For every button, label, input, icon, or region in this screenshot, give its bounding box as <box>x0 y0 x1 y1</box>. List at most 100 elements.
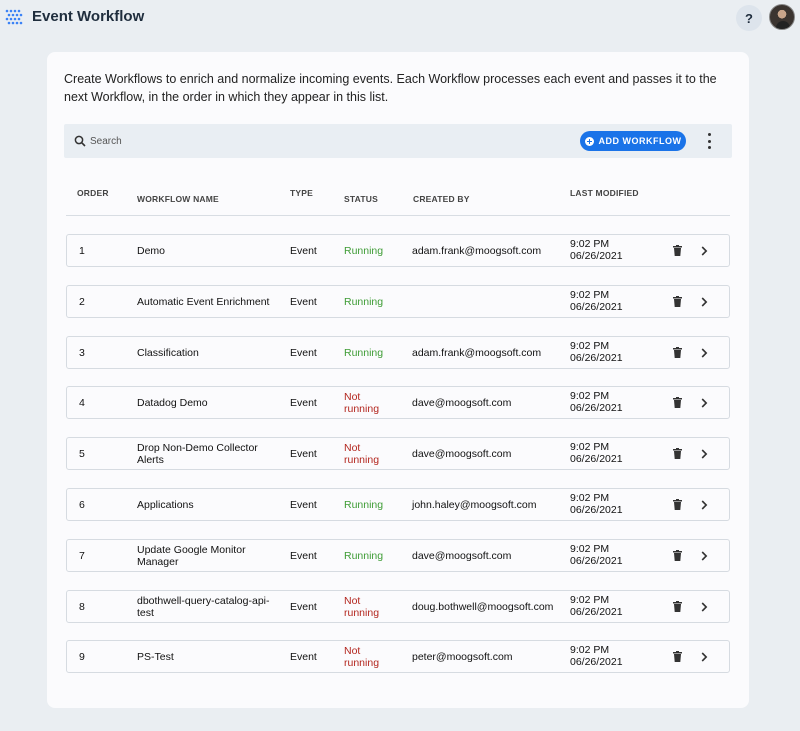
chevron-right-icon[interactable] <box>701 652 708 662</box>
chevron-right-icon[interactable] <box>701 348 708 358</box>
table-row[interactable]: 9 PS-Test Event Not running peter@moogsoft.co… <box>66 640 730 674</box>
modified-date: 06/26/2021 <box>570 250 623 262</box>
modified-time: 9:02 PM <box>570 644 610 657</box>
column-header-last-modified[interactable]: LAST MODIFIED <box>570 188 639 198</box>
workflow-name-line: Demo <box>137 245 166 257</box>
row-type: Event <box>290 549 317 562</box>
help-button[interactable]: ? <box>736 5 762 31</box>
delete-icon[interactable] <box>673 397 682 409</box>
delete-icon[interactable] <box>673 245 682 256</box>
chevron-right-icon[interactable] <box>701 449 708 459</box>
row-last-modified: 9:02 PM 06/26/2021 <box>570 441 623 465</box>
row-type: Event <box>290 448 317 461</box>
status-line: running <box>344 403 380 416</box>
table-row[interactable]: 4 Datadog Demo Event Not running dave@moogsof… <box>66 386 730 420</box>
delete-icon[interactable] <box>673 549 682 561</box>
column-header-status[interactable]: STATUS <box>344 194 378 204</box>
row-order: 2 <box>79 295 85 308</box>
status-line: running <box>344 454 380 467</box>
table-row[interactable]: 1 Demo Event Running adam.frank@moogsoft.com… <box>66 234 730 267</box>
row-type: Event <box>290 600 317 613</box>
row-order: 1 <box>79 245 85 257</box>
row-type: Event <box>290 651 317 664</box>
delete-icon[interactable] <box>673 346 682 358</box>
page-title: Event Workflow <box>32 8 145 25</box>
table-row[interactable]: 7 Update Google Monitor Manager Event Runnin… <box>66 538 730 572</box>
search-input[interactable] <box>90 131 290 151</box>
row-order: 5 <box>79 448 85 461</box>
table-row[interactable]: 3 Classification Event Running adam.frank@mo… <box>66 335 730 369</box>
row-type: Event <box>290 397 317 410</box>
modified-time: 9:02 PM <box>570 593 610 606</box>
status-line: Not <box>344 391 361 404</box>
table-row[interactable]: 5 Drop Non-Demo Collector Alerts Event Not ru… <box>66 437 730 471</box>
modified-time: 9:02 PM <box>570 492 610 504</box>
modified-date: 06/26/2021 <box>570 605 623 618</box>
row-type: Event <box>290 499 317 511</box>
table-row[interactable]: 8 dbothwell-query-catalog-api-test Event No… <box>66 589 730 623</box>
add-workflow-button[interactable]: ADD WORKFLOW <box>580 131 686 151</box>
workflow-name-line: Manager <box>137 555 179 568</box>
chevron-right-icon[interactable] <box>701 246 708 256</box>
row-last-modified: 9:02 PM 06/26/2021 <box>570 644 623 668</box>
delete-icon[interactable] <box>673 651 682 663</box>
chevron-right-icon[interactable] <box>701 398 708 408</box>
modified-date: 06/26/2021 <box>570 453 623 466</box>
row-last-modified: 9:02 PM 06/26/2021 <box>570 340 623 364</box>
status-line: Running <box>344 549 384 562</box>
workflow-name-line: Update Google Monitor <box>137 543 246 556</box>
status-text: Not running <box>344 442 394 466</box>
modified-date: 06/26/2021 <box>570 504 623 516</box>
chevron-right-icon[interactable] <box>701 602 708 612</box>
row-last-modified: 9:02 PM 06/26/2021 <box>570 238 623 262</box>
delete-icon[interactable] <box>673 448 682 460</box>
row-created-by: peter@moogsoft.com <box>412 651 513 664</box>
workflow-name-line: Drop Non-Demo Collector <box>137 442 258 455</box>
modified-date: 06/26/2021 <box>570 656 623 669</box>
column-header-type[interactable]: TYPE <box>290 188 313 198</box>
user-avatar[interactable] <box>769 4 795 30</box>
status-text: Not running <box>344 595 394 619</box>
row-workflow-name: Datadog Demo <box>137 397 277 409</box>
column-header-created-by[interactable]: CREATED BY <box>413 194 470 204</box>
table-row[interactable]: 6 Applications Event Running john.haley@moog… <box>66 488 730 521</box>
modified-time: 9:02 PM <box>570 542 610 555</box>
status-line: running <box>344 606 380 619</box>
workflow-name-line: Alerts <box>137 454 164 467</box>
add-circle-icon <box>584 136 594 146</box>
chevron-right-icon[interactable] <box>701 551 708 561</box>
row-workflow-name: PS-Test <box>137 651 277 663</box>
row-type: Event <box>290 245 317 257</box>
row-last-modified: 9:02 PM 06/26/2021 <box>570 492 623 516</box>
modified-date: 06/26/2021 <box>570 351 623 364</box>
modified-time: 9:02 PM <box>570 238 610 250</box>
column-header-order[interactable]: ORDER <box>77 188 109 198</box>
row-order: 8 <box>79 600 85 613</box>
status-line: Not <box>344 645 361 658</box>
row-created-by: dave@moogsoft.com <box>412 549 512 562</box>
chevron-right-icon[interactable] <box>701 500 708 510</box>
delete-icon[interactable] <box>673 295 682 307</box>
workflow-name-line: test <box>137 606 154 619</box>
workflow-name-line: Datadog Demo <box>137 397 208 410</box>
workflow-name-line: PS-Test <box>137 651 174 664</box>
workflow-name-line: Automatic Event Enrichment <box>137 295 270 308</box>
delete-icon[interactable] <box>673 499 682 510</box>
top-bar: Event Workflow ? <box>0 0 800 34</box>
modified-date: 06/26/2021 <box>570 554 623 567</box>
chevron-right-icon[interactable] <box>701 297 708 307</box>
workflow-card: Create Workflows to enrich and normalize… <box>47 52 749 708</box>
row-created-by: dave@moogsoft.com <box>412 397 512 410</box>
column-header-name[interactable]: WORKFLOW NAME <box>137 194 219 204</box>
row-order: 3 <box>79 346 85 359</box>
status-line: Running <box>344 245 384 257</box>
delete-icon[interactable] <box>673 600 682 612</box>
row-order: 9 <box>79 651 85 664</box>
status-line: running <box>344 657 380 670</box>
status-line: Running <box>344 346 384 359</box>
modified-date: 06/26/2021 <box>570 300 623 313</box>
table-row[interactable]: 2 Automatic Event Enrichment Event Running 9… <box>66 284 730 318</box>
workflow-name-line: Applications <box>137 499 194 511</box>
row-last-modified: 9:02 PM 06/26/2021 <box>570 289 623 313</box>
more-options-icon[interactable] <box>704 133 714 149</box>
